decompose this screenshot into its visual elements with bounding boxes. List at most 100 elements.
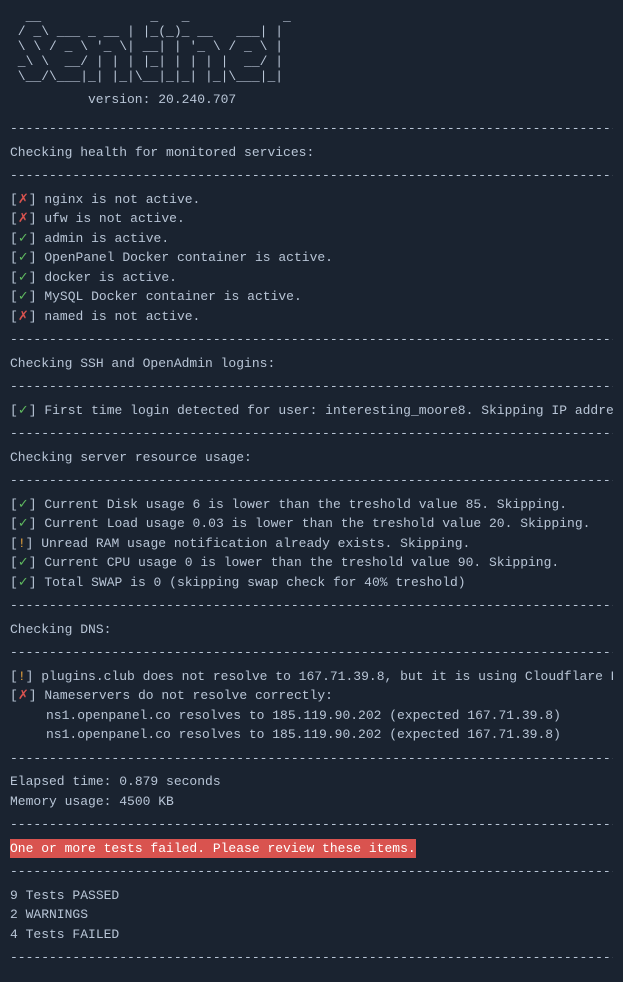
check-icon: ✓ — [18, 289, 29, 304]
check-icon: ✓ — [18, 270, 29, 285]
status-text: Unread RAM usage notification already ex… — [41, 536, 470, 551]
status-line: [✗] nginx is not active. — [10, 190, 613, 210]
divider: ----------------------------------------… — [10, 330, 613, 350]
divider: ----------------------------------------… — [10, 643, 613, 663]
divider: ----------------------------------------… — [10, 749, 613, 769]
status-text: docker is active. — [44, 270, 177, 285]
divider: ----------------------------------------… — [10, 948, 613, 968]
bracket-right: ] — [29, 231, 45, 246]
status-line: [✓] docker is active. — [10, 268, 613, 288]
bracket-left: [ — [10, 575, 18, 590]
check-icon: ✓ — [18, 575, 29, 590]
divider: ----------------------------------------… — [10, 471, 613, 491]
bracket-right: ] — [26, 669, 42, 684]
status-line: [✓] Current Load usage 0.03 is lower tha… — [10, 514, 613, 534]
bracket-left: [ — [10, 516, 18, 531]
status-text: Nameservers do not resolve correctly: — [44, 688, 333, 703]
divider: ----------------------------------------… — [10, 596, 613, 616]
bracket-right: ] — [29, 309, 45, 324]
status-line: [!] plugins.club does not resolve to 167… — [10, 667, 613, 687]
status-line: [✓] Current Disk usage 6 is lower than t… — [10, 495, 613, 515]
tests-warnings: 2 WARNINGS — [10, 905, 613, 925]
check-icon: ✓ — [18, 250, 29, 265]
bracket-right: ] — [29, 403, 45, 418]
cross-icon: ✗ — [18, 192, 29, 207]
cross-icon: ✗ — [18, 688, 29, 703]
bracket-left: [ — [10, 403, 18, 418]
status-line: [✓] OpenPanel Docker container is active… — [10, 248, 613, 268]
status-text: OpenPanel Docker container is active. — [44, 250, 333, 265]
bracket-left: [ — [10, 270, 18, 285]
status-text: First time login detected for user: inte… — [44, 403, 613, 418]
bracket-left: [ — [10, 289, 18, 304]
status-line: [✗] Nameservers do not resolve correctly… — [10, 686, 613, 706]
ssh-items: [✓] First time login detected for user: … — [10, 401, 613, 421]
bracket-left: [ — [10, 192, 18, 207]
dns-detail-line: ns1.openpanel.co resolves to 185.119.90.… — [10, 706, 613, 726]
memory-usage: Memory usage: 4500 KB — [10, 792, 613, 812]
section-header-dns: Checking DNS: — [10, 620, 613, 640]
check-icon: ✓ — [18, 555, 29, 570]
status-text: ufw is not active. — [44, 211, 184, 226]
bracket-left: [ — [10, 669, 18, 684]
dns-details: ns1.openpanel.co resolves to 185.119.90.… — [10, 706, 613, 745]
error-banner: One or more tests failed. Please review … — [10, 839, 416, 859]
status-text: admin is active. — [44, 231, 169, 246]
bracket-right: ] — [29, 211, 45, 226]
bracket-left: [ — [10, 211, 18, 226]
status-text: named is not active. — [44, 309, 200, 324]
elapsed-time: Elapsed time: 0.879 seconds — [10, 772, 613, 792]
divider: ----------------------------------------… — [10, 815, 613, 835]
divider: ----------------------------------------… — [10, 166, 613, 186]
version-text: version: 20.240.707 — [10, 90, 613, 110]
bracket-right: ] — [29, 289, 45, 304]
bracket-right: ] — [29, 250, 45, 265]
tests-passed: 9 Tests PASSED — [10, 886, 613, 906]
bracket-left: [ — [10, 231, 18, 246]
check-icon: ✓ — [18, 516, 29, 531]
cross-icon: ✗ — [18, 309, 29, 324]
check-icon: ✓ — [18, 403, 29, 418]
bracket-left: [ — [10, 497, 18, 512]
status-line: [✓] admin is active. — [10, 229, 613, 249]
check-icon: ✓ — [18, 497, 29, 512]
status-text: Current Load usage 0.03 is lower than th… — [44, 516, 590, 531]
divider: ----------------------------------------… — [10, 424, 613, 444]
ascii-logo: __ _ _ _ / _\ ___ _ __ | |_(_)_ __ ___| … — [10, 10, 613, 85]
resource-items: [✓] Current Disk usage 6 is lower than t… — [10, 495, 613, 593]
status-text: Current CPU usage 0 is lower than the tr… — [44, 555, 559, 570]
bracket-left: [ — [10, 688, 18, 703]
divider: ----------------------------------------… — [10, 377, 613, 397]
bracket-right: ] — [29, 270, 45, 285]
warn-icon: ! — [18, 669, 26, 684]
status-text: plugins.club does not resolve to 167.71.… — [41, 669, 613, 684]
status-line: [✓] Total SWAP is 0 (skipping swap check… — [10, 573, 613, 593]
bracket-left: [ — [10, 250, 18, 265]
status-text: Total SWAP is 0 (skipping swap check for… — [44, 575, 465, 590]
status-line: [✓] First time login detected for user: … — [10, 401, 613, 421]
status-line: [✗] named is not active. — [10, 307, 613, 327]
dns-items: [!] plugins.club does not resolve to 167… — [10, 667, 613, 706]
tests-failed: 4 Tests FAILED — [10, 925, 613, 945]
bracket-right: ] — [29, 555, 45, 570]
section-header-health: Checking health for monitored services: — [10, 143, 613, 163]
bracket-right: ] — [29, 516, 45, 531]
bracket-right: ] — [29, 497, 45, 512]
bracket-left: [ — [10, 309, 18, 324]
status-line: [!] Unread RAM usage notification alread… — [10, 534, 613, 554]
dns-detail-line: ns1.openpanel.co resolves to 185.119.90.… — [10, 725, 613, 745]
section-header-ssh: Checking SSH and OpenAdmin logins: — [10, 354, 613, 374]
divider: ----------------------------------------… — [10, 862, 613, 882]
cross-icon: ✗ — [18, 211, 29, 226]
bracket-right: ] — [29, 575, 45, 590]
warn-icon: ! — [18, 536, 26, 551]
status-text: Current Disk usage 6 is lower than the t… — [44, 497, 567, 512]
divider: ----------------------------------------… — [10, 119, 613, 139]
check-icon: ✓ — [18, 231, 29, 246]
status-line: [✓] MySQL Docker container is active. — [10, 287, 613, 307]
bracket-left: [ — [10, 536, 18, 551]
health-items: [✗] nginx is not active.[✗] ufw is not a… — [10, 190, 613, 327]
status-text: MySQL Docker container is active. — [44, 289, 301, 304]
bracket-right: ] — [29, 192, 45, 207]
status-line: [✓] Current CPU usage 0 is lower than th… — [10, 553, 613, 573]
